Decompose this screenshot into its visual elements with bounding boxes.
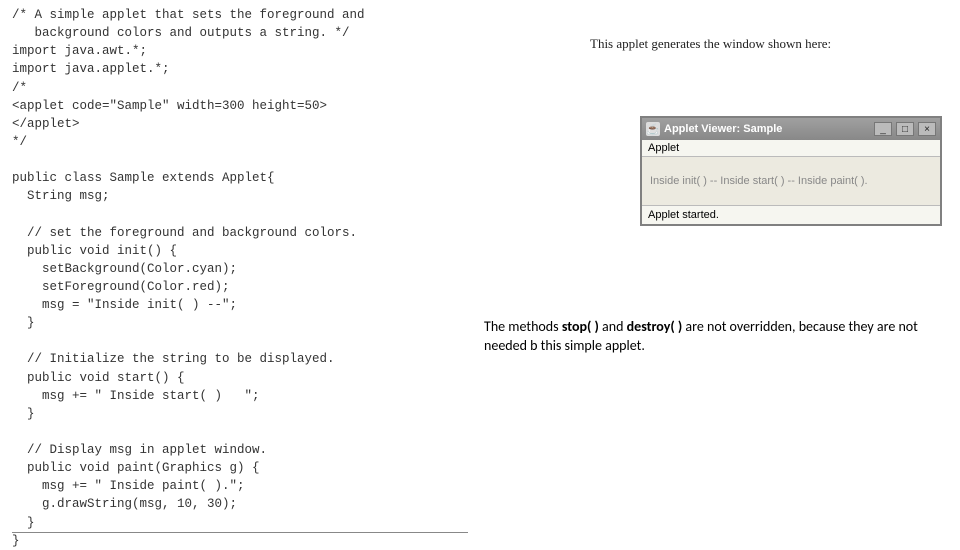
note-method-destroy: destroy( ) bbox=[627, 318, 683, 335]
applet-canvas: Inside init( ) -- Inside start( ) -- Ins… bbox=[642, 157, 940, 205]
code-listing: /* A simple applet that sets the foregro… bbox=[12, 6, 365, 550]
divider bbox=[12, 532, 468, 533]
status-text: Applet started. bbox=[648, 209, 719, 221]
close-button[interactable]: × bbox=[918, 122, 936, 136]
status-bar: Applet started. bbox=[642, 205, 940, 224]
applet-output-text: Inside init( ) -- Inside start( ) -- Ins… bbox=[650, 175, 868, 187]
explanatory-note: The methods stop( ) and destroy( ) are n… bbox=[484, 318, 954, 356]
note-text: The methods bbox=[484, 318, 562, 335]
window-caption: This applet generates the window shown h… bbox=[590, 36, 831, 52]
applet-viewer-window: ☕ Applet Viewer: Sample _ □ × Applet Ins… bbox=[640, 116, 942, 226]
note-method-stop: stop( ) bbox=[562, 318, 599, 335]
menu-applet[interactable]: Applet bbox=[648, 142, 679, 154]
titlebar[interactable]: ☕ Applet Viewer: Sample _ □ × bbox=[642, 118, 940, 140]
maximize-button[interactable]: □ bbox=[896, 122, 914, 136]
minimize-button[interactable]: _ bbox=[874, 122, 892, 136]
java-icon: ☕ bbox=[646, 122, 660, 136]
note-text: and bbox=[599, 318, 627, 335]
menu-bar[interactable]: Applet bbox=[642, 140, 940, 157]
window-title: Applet Viewer: Sample bbox=[664, 123, 870, 135]
